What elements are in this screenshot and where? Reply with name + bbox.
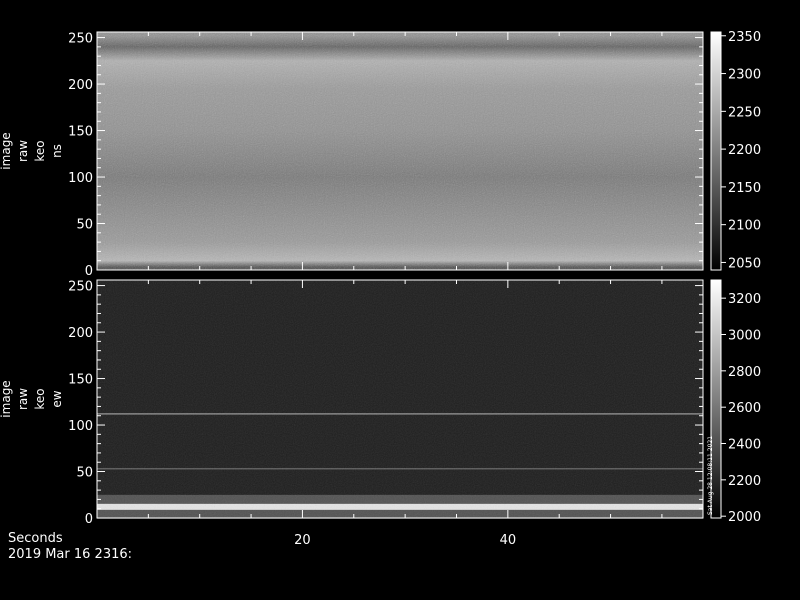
- y-tick-label: 250: [68, 280, 93, 295]
- x-tick-label: 40: [500, 533, 517, 548]
- colorbar-tick-label: 2300: [728, 68, 761, 83]
- x-tick-label: 20: [294, 533, 311, 548]
- y-tick-label: 200: [68, 326, 93, 341]
- panel-ns: 0 50 100 150 200 250 image raw keo ns 2050 2100 21…: [0, 30, 761, 279]
- colorbar-tick-label: 2150: [728, 181, 761, 196]
- y-tick-label: 50: [76, 466, 93, 481]
- y-tick-label: 0: [85, 264, 93, 279]
- y-tick-label: 150: [68, 373, 93, 388]
- y-label-line: keo: [33, 388, 47, 409]
- y-axis-label-ew: image raw keo ew: [0, 380, 64, 417]
- y-label-line: ew: [50, 390, 64, 407]
- colorbar-tick-label: 2350: [728, 30, 761, 45]
- keogram-figure: 050100150200250 image raw keo ns 2050210021…: [0, 30, 761, 548]
- y-axis-label-ns: image raw keo ns: [0, 132, 64, 169]
- colorbar-ticks-ew: 2000 2200 2400 2600 2800 3000 3200: [721, 292, 761, 525]
- colorbar-tick-label: 2200: [728, 474, 761, 489]
- y-tick-label: 50: [76, 218, 93, 233]
- colorbar-tick-label: 2100: [728, 219, 761, 234]
- colorbar-tick-label: 2200: [728, 143, 761, 158]
- timestamp-stamp: Sat Aug 28 12:08:11 2021: [707, 436, 714, 515]
- y-label-line: ns: [50, 144, 64, 158]
- colorbar-tick-label: 2600: [728, 401, 761, 416]
- panel-ew: 0 50 100 150 200 250 image raw keo ew 2000 2200 24…: [0, 279, 761, 527]
- y-label-line: image: [0, 132, 13, 169]
- y-tick-label: 100: [68, 419, 93, 434]
- y-label-line: raw: [16, 388, 30, 410]
- x-tick-labels: 20 40: [294, 533, 516, 548]
- y-label-line: keo: [33, 140, 47, 161]
- colorbar-tick-label: 2250: [728, 105, 761, 120]
- heatmap-ew-noise: [97, 280, 703, 518]
- colorbar-ticks-ns: 2050 2100 2150 2200 2250 2300 2350: [721, 30, 761, 271]
- y-tick-label: 100: [68, 171, 93, 186]
- heatmap-ns-noise: [97, 32, 703, 270]
- colorbar-tick-label: 2050: [728, 256, 761, 271]
- y-label-line: image: [0, 380, 13, 417]
- colorbar-tick-label: 2800: [728, 365, 761, 380]
- x-axis-title: Seconds: [8, 531, 63, 546]
- date-label: 2019 Mar 16 2316:: [8, 547, 133, 562]
- colorbar-tick-label: 2000: [728, 510, 761, 525]
- y-tick-label: 200: [68, 78, 93, 93]
- colorbar-tick-label: 3000: [728, 329, 761, 344]
- colorbar-ns: [710, 31, 722, 271]
- y-tick-label: 250: [68, 32, 93, 47]
- colorbar-tick-label: 3200: [728, 292, 761, 307]
- y-label-line: raw: [16, 140, 30, 162]
- colorbar-tick-label: 2400: [728, 438, 761, 453]
- y-tick-label: 150: [68, 125, 93, 140]
- y-tick-label: 0: [85, 512, 93, 527]
